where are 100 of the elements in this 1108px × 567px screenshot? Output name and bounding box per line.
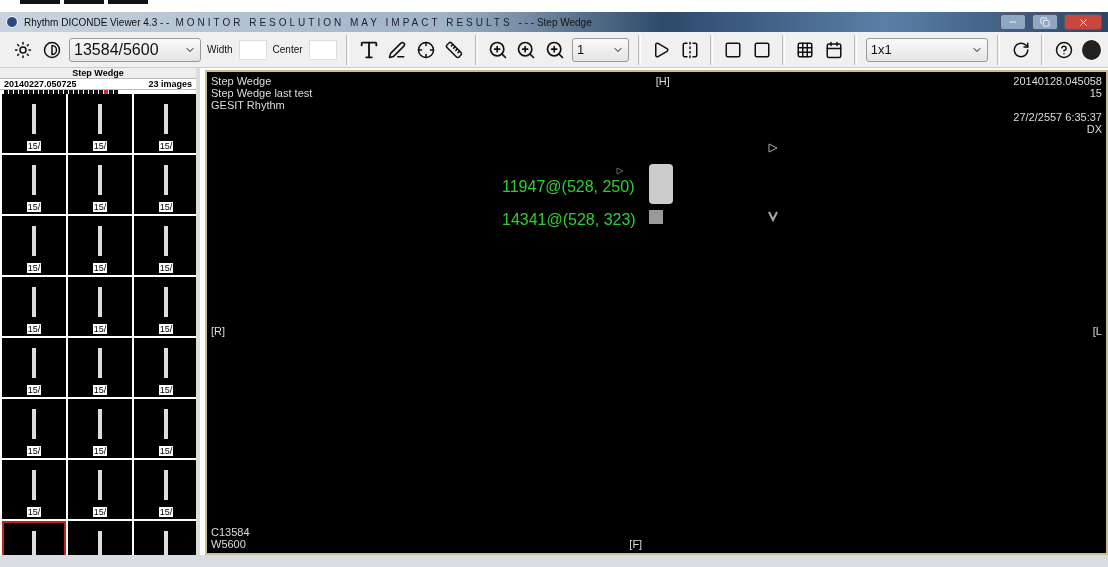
image-thumbnail[interactable]: 15/: [68, 338, 132, 397]
wedge-icon: [29, 470, 39, 500]
image-marker[interactable]: [54, 90, 58, 94]
thumbnail-label: 15/: [92, 446, 108, 456]
image-marker[interactable]: [89, 90, 93, 94]
wedge-icon: [161, 226, 171, 256]
image-marker[interactable]: [94, 90, 98, 94]
image-thumbnail[interactable]: 15/: [68, 460, 132, 519]
wedge-icon: [161, 348, 171, 378]
wedge-icon: [95, 226, 105, 256]
wedge-icon: [29, 531, 39, 555]
thumbnail-label: 15/: [26, 446, 42, 456]
wedge-icon: [29, 287, 39, 317]
wedge-icon: [29, 348, 39, 378]
image-marker[interactable]: [14, 90, 18, 94]
window-title-suffix: - - - Step Wedge: [518, 16, 592, 28]
image-thumbnail[interactable]: 15/: [68, 399, 132, 458]
center-field[interactable]: [308, 39, 337, 60]
image-thumbnail[interactable]: 15/: [2, 94, 66, 153]
image-marker[interactable]: [109, 90, 113, 94]
overlay-text: Step Wedge: [211, 75, 272, 87]
wedge-icon: [161, 104, 171, 134]
image-marker[interactable]: [79, 90, 83, 94]
image-marker[interactable]: [34, 90, 38, 94]
image-thumbnail[interactable]: 15/: [134, 338, 196, 397]
wedge-icon: [161, 470, 171, 500]
logo-icon: [6, 16, 18, 28]
image-thumbnail[interactable]: 15/: [134, 460, 196, 519]
wedge-icon: [95, 531, 105, 555]
thumbnail-label: 15/: [26, 263, 42, 273]
wedge-icon: [29, 165, 39, 195]
minimize-button[interactable]: [1000, 14, 1026, 30]
thumbnail-label: 15/: [92, 141, 108, 151]
layout-dropdown[interactable]: 1x1: [865, 37, 989, 62]
image-thumbnail[interactable]: 15/: [134, 94, 196, 153]
image-thumbnail[interactable]: 15/: [2, 155, 66, 214]
image-thumbnail[interactable]: 15/: [68, 155, 132, 214]
wedge-icon: [29, 409, 39, 439]
image-marker[interactable]: [24, 90, 28, 94]
image-marker[interactable]: [69, 90, 73, 94]
image-thumbnail[interactable]: 15/: [134, 216, 196, 275]
thumbnail-label: 15/: [92, 202, 108, 212]
image-marker[interactable]: [59, 90, 63, 94]
thumbnail-label: 15/: [92, 263, 108, 273]
image-marker[interactable]: [84, 90, 88, 94]
wedge-icon: [29, 104, 39, 134]
thumbnail-label: 15/: [92, 385, 108, 395]
wedge-icon: [161, 165, 171, 195]
window-level-dropdown[interactable]: 13584/5600: [69, 37, 201, 62]
image-thumbnail[interactable]: 15/: [134, 155, 196, 214]
image-marker[interactable]: [74, 90, 78, 94]
overlay-text: 27/2/2557 6:35:37: [1013, 111, 1102, 123]
wedge-icon: [95, 287, 105, 317]
image-thumbnail[interactable]: 15/: [68, 94, 132, 153]
wedge-icon: [161, 409, 171, 439]
image-marker[interactable]: [49, 90, 53, 94]
image-thumbnail[interactable]: 15/: [68, 216, 132, 275]
image-marker[interactable]: [104, 90, 108, 94]
thumbnail-label: 15/: [158, 507, 174, 517]
thumbnail-label: 15/: [158, 324, 174, 334]
image-thumbnail[interactable]: 15/: [2, 460, 66, 519]
orientation-label: [R]: [211, 324, 226, 337]
thumbnail-label: 15/: [92, 507, 108, 517]
thumbnail-label: 15/: [158, 385, 174, 395]
window-title: Rhythm DICONDE Viewer 4.3 - -: [24, 16, 170, 28]
center-label: Center: [272, 44, 303, 55]
image-marker[interactable]: [9, 90, 13, 94]
image-marker[interactable]: [44, 90, 48, 94]
overlay-text: DX: [1086, 123, 1102, 135]
image-thumbnail[interactable]: 15/: [134, 399, 196, 458]
image-thumbnail[interactable]: 15/: [2, 399, 66, 458]
close-icon: [1077, 16, 1089, 28]
image-thumbnail[interactable]: 15/: [2, 338, 66, 397]
image-marker[interactable]: [4, 90, 8, 94]
image-marker[interactable]: [39, 90, 43, 94]
image-thumbnail[interactable]: 15/: [134, 277, 196, 336]
orientation-label: [L: [1092, 324, 1102, 337]
image-thumbnail[interactable]: 15/: [2, 216, 66, 275]
width-field[interactable]: [238, 39, 267, 60]
image-thumbnail[interactable]: 15/: [68, 277, 132, 336]
close-button[interactable]: [1064, 14, 1102, 30]
thumbnail-label: 15/: [26, 141, 42, 151]
image-marker[interactable]: [99, 90, 103, 94]
image-marker[interactable]: [64, 90, 68, 94]
image-marker[interactable]: [29, 90, 33, 94]
thumbnail-label: 15/: [158, 446, 174, 456]
width-label: Width: [207, 44, 233, 55]
pixel-value-annotation: 14341@(528, 323): [502, 211, 636, 229]
thumbnail-label: 15/: [158, 141, 174, 151]
wedge-icon: [95, 104, 105, 134]
zoom-dropdown[interactable]: 1: [572, 37, 629, 62]
series-date: 20140227.050725: [4, 79, 77, 89]
orientation-label: [H]: [655, 75, 670, 87]
thumbnail-label: 15/: [26, 385, 42, 395]
wedge-icon: [95, 409, 105, 439]
thumbnail-label: 15/: [26, 324, 42, 334]
image-marker[interactable]: [114, 90, 118, 94]
image-thumbnail[interactable]: 15/: [2, 277, 66, 336]
restore-button[interactable]: [1032, 14, 1058, 30]
image-marker[interactable]: [19, 90, 23, 94]
